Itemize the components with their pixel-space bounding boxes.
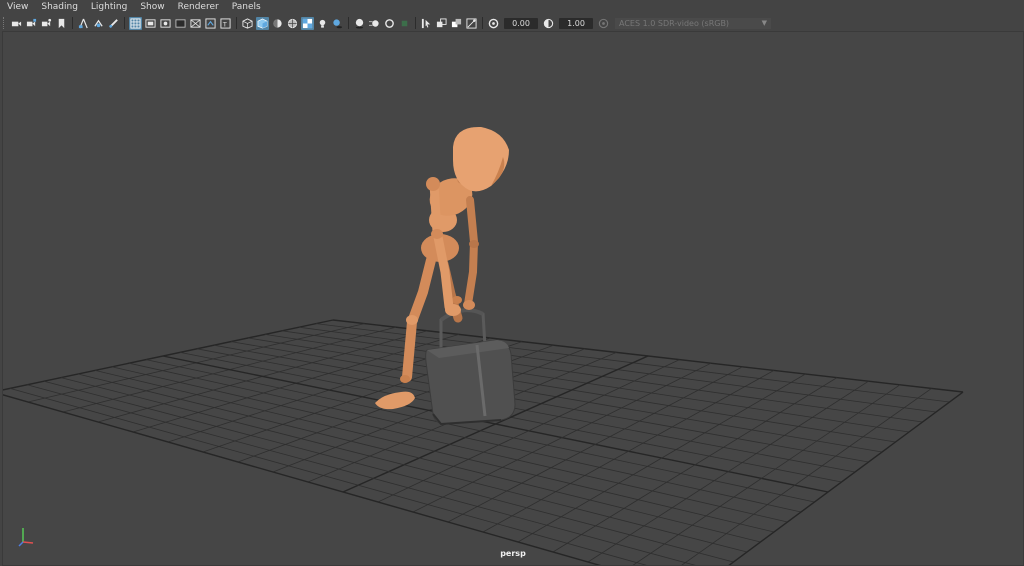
color-space-label: ACES 1.0 SDR-video (sRGB) <box>619 18 730 28</box>
color-management-icon[interactable] <box>597 17 610 30</box>
perspective-viewport[interactable]: persp <box>2 31 1024 566</box>
textured-icon[interactable] <box>301 16 314 30</box>
toolbar-separator <box>72 17 73 29</box>
bookmark-icon[interactable] <box>55 17 68 30</box>
grease-pencil-icon[interactable] <box>107 17 120 30</box>
menu-shading[interactable]: Shading <box>34 0 84 15</box>
wireframe-icon[interactable] <box>241 17 254 30</box>
toolbar-separator <box>415 17 416 29</box>
xray-icon[interactable] <box>435 17 448 30</box>
menu-renderer[interactable]: Renderer <box>171 0 225 15</box>
gamma-field[interactable]: 1.00 <box>559 17 593 29</box>
grid-line <box>632 384 901 565</box>
grid-line <box>728 391 964 565</box>
axis-gizmo <box>18 528 34 547</box>
color-space-dropdown[interactable]: ACES 1.0 SDR-video (sRGB) ▼ <box>615 17 771 29</box>
camera-name-label: persp <box>500 549 526 558</box>
z-axis-line <box>18 541 24 547</box>
menu-show[interactable]: Show <box>133 0 170 15</box>
grid-line <box>9 388 647 565</box>
grid-icon[interactable] <box>129 16 142 30</box>
gate-mask-icon[interactable] <box>174 17 187 30</box>
viewport-scene <box>3 126 964 565</box>
wireframe-on-shaded-icon[interactable] <box>286 17 299 30</box>
2d-pan-zoom-icon[interactable] <box>92 17 105 30</box>
field-chart-icon[interactable] <box>189 17 202 30</box>
toolbar-grip[interactable] <box>3 17 6 29</box>
motion-blur-icon[interactable] <box>368 17 381 30</box>
maya-viewport-panel: View Shading Lighting Show Renderer Pane… <box>0 0 1024 566</box>
isolate-select-icon[interactable] <box>420 17 433 30</box>
svg-text:T: T <box>222 20 227 28</box>
screen-space-ao-icon[interactable] <box>353 17 366 30</box>
grid-line <box>3 394 602 565</box>
toolbar-separator <box>482 17 483 29</box>
panel-toolbar: T 0.00 1.00 ACES 1.0 SDR-video (sRGB) ▼ <box>0 15 1024 31</box>
image-plane-icon[interactable] <box>77 17 90 30</box>
shadows-icon[interactable] <box>331 17 344 30</box>
toolbar-separator <box>236 17 237 29</box>
film-gate-icon[interactable] <box>144 17 157 30</box>
bookmarks-icon[interactable] <box>40 17 53 30</box>
x-axis-line <box>22 541 34 544</box>
panel-menu-bar: View Shading Lighting Show Renderer Pane… <box>0 0 1024 15</box>
use-all-lights-icon[interactable] <box>316 17 329 30</box>
menu-panels[interactable]: Panels <box>225 0 267 15</box>
toolbar-separator <box>124 17 125 29</box>
toolbar-separator <box>348 17 349 29</box>
resolution-gate-icon[interactable] <box>159 17 172 30</box>
default-material-icon[interactable] <box>271 17 284 30</box>
safe-title-icon[interactable]: T <box>219 17 232 30</box>
menu-lighting[interactable]: Lighting <box>84 0 133 15</box>
camera-attributes-icon[interactable] <box>25 17 38 30</box>
smooth-shade-icon[interactable] <box>256 16 269 30</box>
menu-view[interactable]: View <box>0 0 34 15</box>
anti-aliasing-icon[interactable] <box>383 17 396 30</box>
exposure-field[interactable]: 0.00 <box>504 17 538 29</box>
safe-action-icon[interactable] <box>204 17 217 30</box>
gamma-icon[interactable] <box>542 17 555 30</box>
xray-components-icon[interactable] <box>465 17 478 30</box>
exposure-icon[interactable] <box>487 17 500 30</box>
chevron-down-icon: ▼ <box>761 18 767 27</box>
depth-of-field-icon[interactable] <box>398 17 411 30</box>
xray-joints-icon[interactable] <box>450 17 463 30</box>
suitcase[interactable] <box>425 308 516 426</box>
select-camera-icon[interactable] <box>10 17 23 30</box>
